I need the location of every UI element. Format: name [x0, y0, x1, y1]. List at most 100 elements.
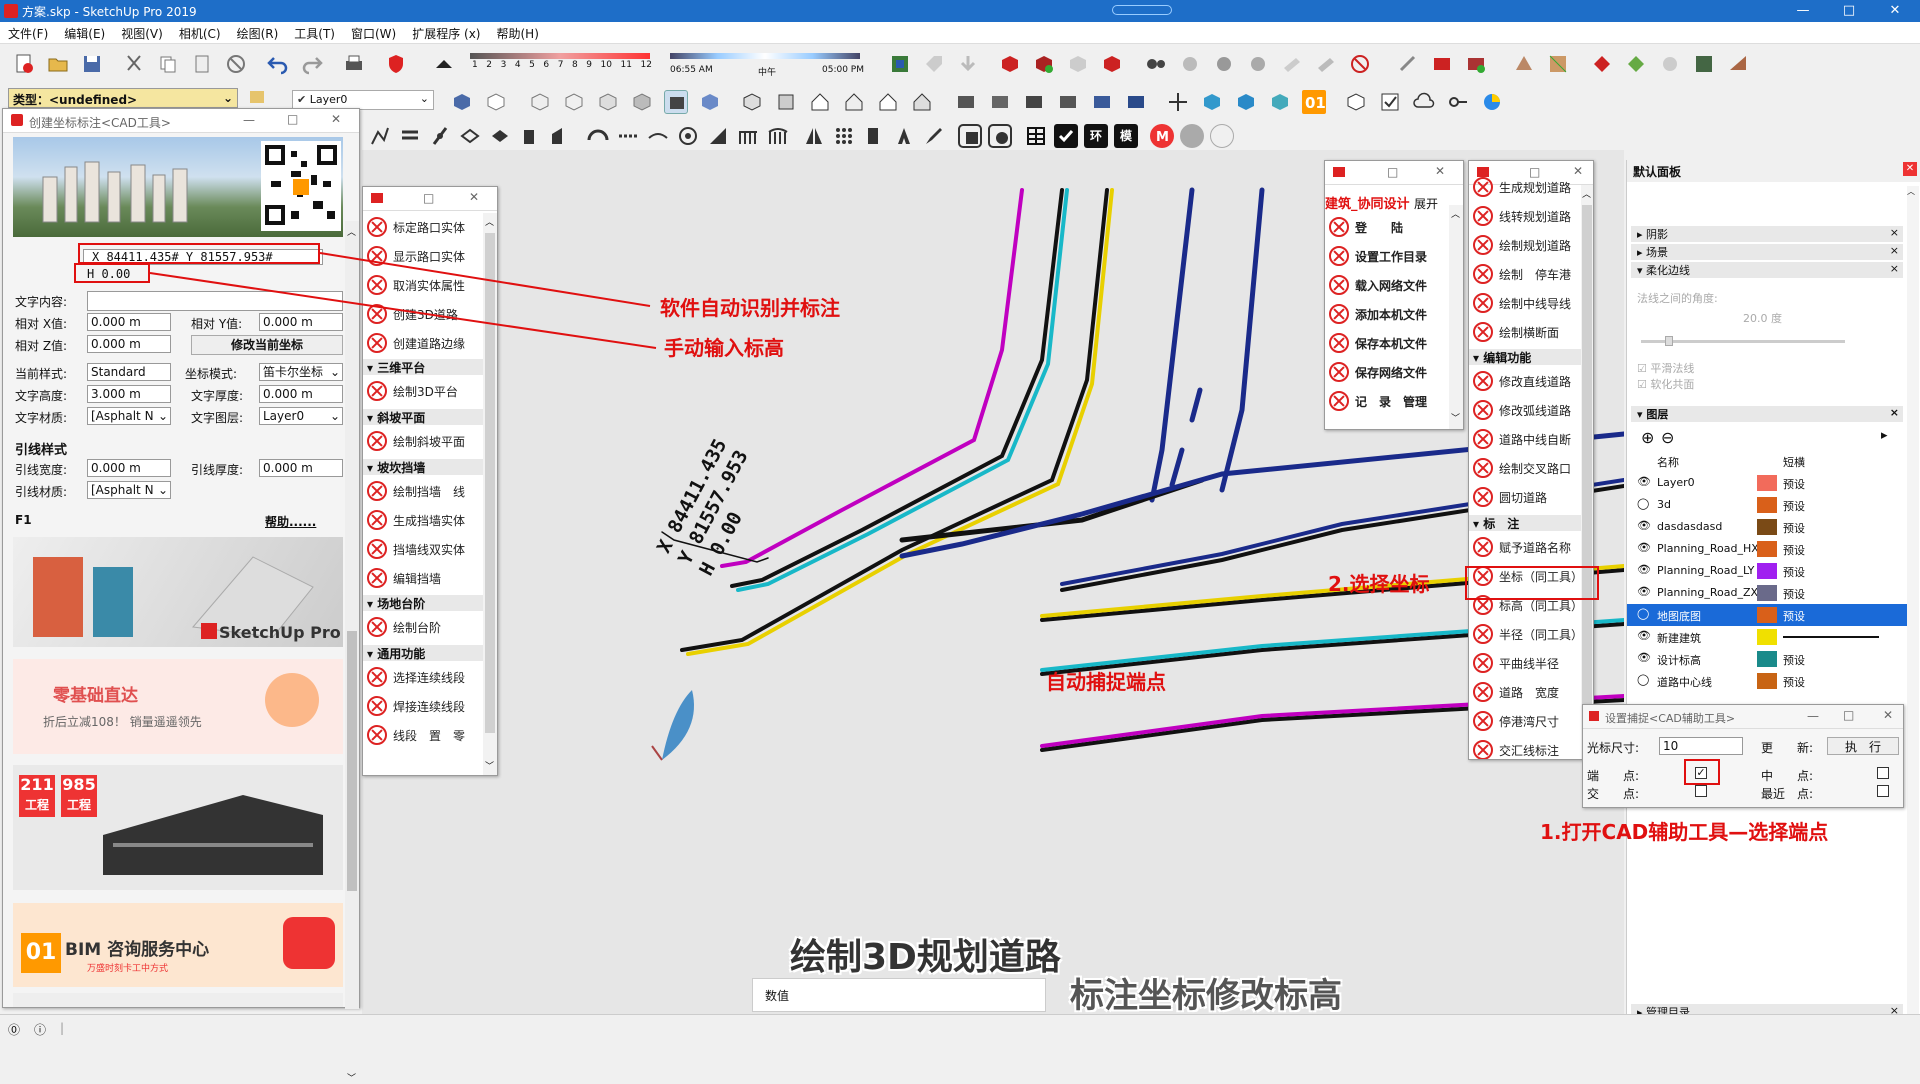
road-j-icon[interactable]: [676, 124, 700, 148]
visibility-eye-icon[interactable]: ◯: [1637, 497, 1649, 510]
time-slider[interactable]: 1 2 3 4 5 6 7 8 9 10 11 12 06:55 AM 中午 05:00 PM: [470, 49, 865, 81]
panel1-scroll-thumb[interactable]: [485, 233, 495, 733]
right-view-icon[interactable]: [842, 90, 866, 114]
sandbox-a-icon[interactable]: [1512, 52, 1536, 76]
style-input[interactable]: Standard: [87, 363, 171, 381]
visibility-eye-icon[interactable]: 👁: [1637, 629, 1651, 642]
tool-c-icon[interactable]: [1464, 52, 1488, 76]
leader-thickness-input[interactable]: 0.000 m: [259, 459, 343, 477]
snap-minimize-button[interactable]: —: [1807, 709, 1819, 723]
front-view-icon[interactable]: [808, 90, 832, 114]
colorful-ball-icon[interactable]: [1480, 90, 1504, 114]
layer-row[interactable]: 👁 dasdasdasd 预设: [1627, 516, 1907, 538]
ad-hscroll[interactable]: [13, 993, 343, 1007]
ad-university[interactable]: 211 工程 985 工程: [13, 765, 343, 890]
solid-d-icon[interactable]: [1056, 90, 1080, 114]
layer-color-swatch[interactable]: [1757, 629, 1777, 645]
section-site-steps[interactable]: ▾ 场地台阶: [363, 595, 483, 611]
dialog-close-button[interactable]: ✕: [331, 112, 341, 126]
modify-coordinate-button[interactable]: 修改当前坐标: [191, 335, 343, 355]
tool-select-continuous[interactable]: 选择连续线段: [363, 663, 483, 691]
leader-width-input[interactable]: 0.000 m: [87, 459, 171, 477]
help-link[interactable]: 帮助......: [265, 513, 316, 530]
road-k-icon[interactable]: [706, 124, 730, 148]
cursor-size-input[interactable]: 10: [1659, 737, 1743, 755]
tray-shadow-section[interactable]: ▸ 阴影 ×: [1631, 226, 1903, 242]
road-g-icon[interactable]: [586, 124, 610, 148]
road-p-icon[interactable]: [862, 124, 886, 148]
model-info-icon[interactable]: [384, 52, 408, 76]
ad-bim[interactable]: 01 BIM 咨询服务中心 万盛时刻卡工中方式: [13, 903, 343, 987]
menu-draw[interactable]: 绘图(R): [229, 22, 287, 42]
road-circle-cut[interactable]: 圆切道路: [1469, 483, 1581, 511]
draw-polyline-icon[interactable]: [368, 124, 392, 148]
plugin-outline-icon[interactable]: [1210, 124, 1234, 148]
tool-gen-wall-solid[interactable]: 生成挡墙实体: [363, 506, 483, 534]
snap-close-button[interactable]: ✕: [1883, 708, 1893, 722]
layer-color-swatch[interactable]: [1757, 497, 1777, 513]
layer-color-swatch[interactable]: [1757, 651, 1777, 667]
remove-layer-icon[interactable]: ⊖: [1661, 428, 1674, 447]
road-m-icon[interactable]: [766, 124, 790, 148]
tray-soften-section[interactable]: ▾ 柔化边线 ×: [1631, 262, 1903, 278]
visibility-eye-icon[interactable]: 👁: [1637, 475, 1651, 488]
cloud-icon[interactable]: [1412, 90, 1436, 114]
collab-close-button[interactable]: ✕: [1435, 164, 1445, 178]
follow-me-icon[interactable]: [1234, 90, 1258, 114]
road-edit-arc[interactable]: 修改弧线道路: [1469, 396, 1581, 424]
layer-row[interactable]: 👁 设计标高 预设: [1627, 648, 1907, 670]
ad-zero-basics[interactable]: 零基础直达 折后立减108！ 销量遥遥领先: [13, 659, 343, 754]
hidden-line-icon[interactable]: [596, 90, 620, 114]
road-s-icon[interactable]: [988, 124, 1012, 148]
brush-icon[interactable]: [922, 124, 946, 148]
coord-mode-select[interactable]: 笛卡尔坐标 ⌄: [259, 363, 343, 381]
erase-icon[interactable]: [224, 52, 248, 76]
road-draw-parking[interactable]: 绘制 停车港: [1469, 260, 1581, 288]
left-view-icon[interactable]: [910, 90, 934, 114]
section-annotation[interactable]: ▾ 标 注: [1469, 515, 1581, 531]
maximize-button[interactable]: □: [1826, 0, 1872, 22]
tool-draw-wall-line[interactable]: 绘制挡墙 线: [363, 477, 483, 505]
solid-a-icon[interactable]: [954, 90, 978, 114]
midpoint-checkbox[interactable]: [1877, 767, 1889, 779]
text-content-input[interactable]: [87, 291, 343, 311]
collab-add-local[interactable]: 添加本机文件: [1325, 300, 1449, 328]
visibility-eye-icon[interactable]: 👁: [1637, 651, 1651, 664]
layer-color-swatch[interactable]: [1757, 585, 1777, 601]
road-panel-scroll-thumb[interactable]: [1582, 205, 1592, 745]
road-f-icon[interactable]: [548, 124, 572, 148]
type-selector[interactable]: 类型：<undefined> ⌄: [8, 88, 238, 108]
road-draw-centerline[interactable]: 绘制中线导线: [1469, 289, 1581, 317]
tray-layers-section[interactable]: ▾ 图层 ×: [1631, 406, 1903, 422]
orbit-icon[interactable]: [1178, 52, 1202, 76]
solid-c-icon[interactable]: [1022, 90, 1046, 114]
menu-help[interactable]: 帮助(H): [488, 22, 546, 42]
sandbox-c-icon[interactable]: [1590, 52, 1614, 76]
key-icon[interactable]: [1446, 90, 1470, 114]
collab-scrollbar[interactable]: ︿ ﹀: [1449, 205, 1463, 429]
menu-camera[interactable]: 相机(C): [171, 22, 229, 42]
collab-load-network[interactable]: 载入网络文件: [1325, 271, 1449, 299]
download-icon[interactable]: [956, 52, 980, 76]
cut-icon[interactable]: [122, 52, 146, 76]
layer-line-header[interactable]: 短横: [1783, 454, 1805, 470]
check-icon[interactable]: [1378, 90, 1402, 114]
road-draw-cross-section[interactable]: 绘制横断面: [1469, 318, 1581, 346]
collab-save-local[interactable]: 保存本机文件: [1325, 329, 1449, 357]
iso-view-icon[interactable]: [740, 90, 764, 114]
road-centerline-break[interactable]: 道路中线自断: [1469, 425, 1581, 453]
layer-details-icon[interactable]: ▸: [1881, 428, 1888, 443]
layer-linetype[interactable]: 预设: [1783, 476, 1805, 492]
collab-set-workdir[interactable]: 设置工作目录: [1325, 242, 1449, 270]
dialog-scrollbar[interactable]: ︿ ﹀: [345, 221, 359, 1084]
menu-window[interactable]: 窗口(W): [343, 22, 404, 42]
face-style-a-icon[interactable]: [450, 90, 474, 114]
layer-row[interactable]: 👁 Layer0 预设: [1627, 472, 1907, 494]
entity-info-icon[interactable]: [246, 85, 270, 109]
section-general[interactable]: ▾ 通用功能: [363, 645, 483, 661]
extension-warehouse-icon[interactable]: [1100, 52, 1124, 76]
road-panel-scrollbar[interactable]: ︿: [1581, 185, 1593, 759]
text-height-input[interactable]: 3.000 m: [87, 385, 171, 403]
road-i-icon[interactable]: [646, 124, 670, 148]
layer-color-swatch[interactable]: [1757, 519, 1777, 535]
